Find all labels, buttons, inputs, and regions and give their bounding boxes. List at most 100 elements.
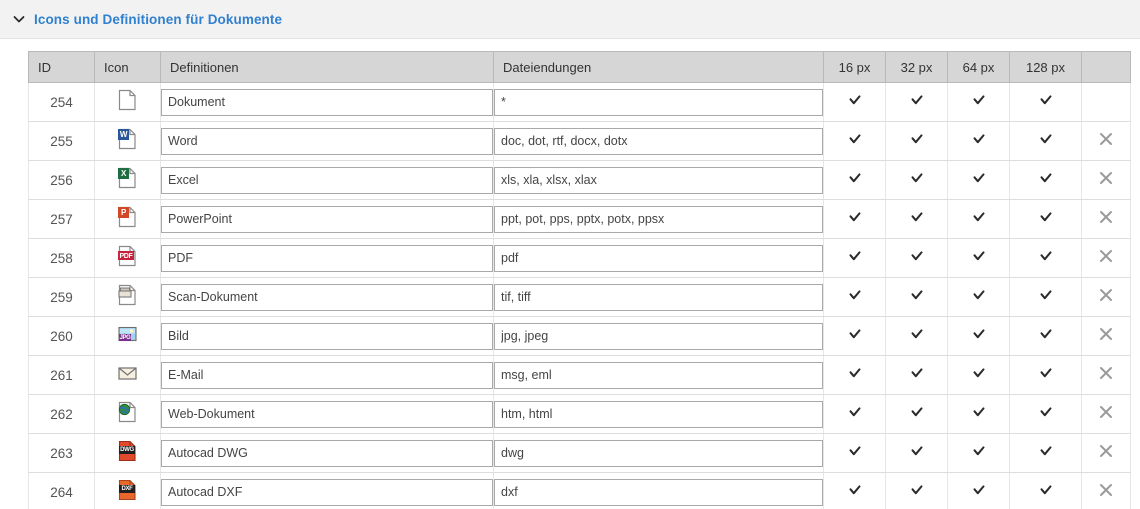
row-128px-cell[interactable] [1009, 121, 1082, 161]
extensions-input[interactable] [494, 88, 823, 116]
row-delete-cell[interactable] [1081, 316, 1131, 356]
row-16px-cell[interactable] [823, 238, 886, 278]
extensions-input[interactable] [494, 361, 823, 389]
check-icon[interactable] [972, 483, 986, 497]
check-icon[interactable] [972, 366, 986, 380]
column-header-32px[interactable]: 32 px [885, 51, 948, 83]
row-delete-cell[interactable] [1081, 472, 1131, 509]
check-icon[interactable] [972, 93, 986, 107]
extensions-input[interactable] [494, 283, 823, 311]
row-16px-cell[interactable] [823, 82, 886, 122]
check-icon[interactable] [910, 132, 924, 146]
close-x-icon[interactable] [1098, 326, 1114, 342]
row-64px-cell[interactable] [947, 160, 1010, 200]
close-x-icon[interactable] [1098, 482, 1114, 498]
extensions-input[interactable] [494, 166, 823, 194]
row-16px-cell[interactable] [823, 277, 886, 317]
check-icon[interactable] [848, 288, 862, 302]
row-16px-cell[interactable] [823, 472, 886, 509]
row-64px-cell[interactable] [947, 316, 1010, 356]
check-icon[interactable] [1039, 132, 1053, 146]
close-x-icon[interactable] [1098, 404, 1114, 420]
row-32px-cell[interactable] [885, 394, 948, 434]
column-header-definitions[interactable]: Definitionen [160, 51, 494, 83]
row-32px-cell[interactable] [885, 82, 948, 122]
check-icon[interactable] [910, 93, 924, 107]
close-x-icon[interactable] [1098, 131, 1114, 147]
check-icon[interactable] [972, 132, 986, 146]
row-128px-cell[interactable] [1009, 394, 1082, 434]
definition-input[interactable] [161, 283, 493, 311]
check-icon[interactable] [910, 288, 924, 302]
row-32px-cell[interactable] [885, 355, 948, 395]
row-delete-cell[interactable] [1081, 433, 1131, 473]
check-icon[interactable] [972, 210, 986, 224]
row-delete-cell[interactable] [1081, 121, 1131, 161]
row-64px-cell[interactable] [947, 121, 1010, 161]
row-16px-cell[interactable] [823, 160, 886, 200]
check-icon[interactable] [972, 444, 986, 458]
check-icon[interactable] [910, 405, 924, 419]
row-32px-cell[interactable] [885, 316, 948, 356]
row-16px-cell[interactable] [823, 394, 886, 434]
row-32px-cell[interactable] [885, 199, 948, 239]
row-delete-cell[interactable] [1081, 199, 1131, 239]
row-64px-cell[interactable] [947, 277, 1010, 317]
row-32px-cell[interactable] [885, 238, 948, 278]
definition-input[interactable] [161, 205, 493, 233]
check-icon[interactable] [1039, 444, 1053, 458]
close-x-icon[interactable] [1098, 170, 1114, 186]
check-icon[interactable] [848, 93, 862, 107]
extensions-input[interactable] [494, 244, 823, 272]
row-16px-cell[interactable] [823, 199, 886, 239]
close-x-icon[interactable] [1098, 209, 1114, 225]
definition-input[interactable] [161, 361, 493, 389]
row-64px-cell[interactable] [947, 238, 1010, 278]
row-delete-cell[interactable] [1081, 160, 1131, 200]
check-icon[interactable] [972, 405, 986, 419]
check-icon[interactable] [1039, 366, 1053, 380]
check-icon[interactable] [848, 405, 862, 419]
row-128px-cell[interactable] [1009, 433, 1082, 473]
extensions-input[interactable] [494, 478, 823, 506]
definition-input[interactable] [161, 400, 493, 428]
extensions-input[interactable] [494, 322, 823, 350]
check-icon[interactable] [1039, 327, 1053, 341]
row-64px-cell[interactable] [947, 82, 1010, 122]
row-128px-cell[interactable] [1009, 82, 1082, 122]
row-delete-cell[interactable] [1081, 277, 1131, 317]
panel-header[interactable]: Icons und Definitionen für Dokumente [0, 0, 1140, 39]
check-icon[interactable] [910, 483, 924, 497]
check-icon[interactable] [1039, 93, 1053, 107]
check-icon[interactable] [1039, 288, 1053, 302]
row-32px-cell[interactable] [885, 433, 948, 473]
definition-input[interactable] [161, 166, 493, 194]
row-128px-cell[interactable] [1009, 199, 1082, 239]
column-header-icon[interactable]: Icon [94, 51, 161, 83]
extensions-input[interactable] [494, 400, 823, 428]
check-icon[interactable] [848, 171, 862, 185]
definition-input[interactable] [161, 127, 493, 155]
check-icon[interactable] [848, 483, 862, 497]
row-64px-cell[interactable] [947, 394, 1010, 434]
chevron-down-icon[interactable] [10, 10, 28, 28]
close-x-icon[interactable] [1098, 365, 1114, 381]
check-icon[interactable] [972, 171, 986, 185]
row-128px-cell[interactable] [1009, 277, 1082, 317]
row-128px-cell[interactable] [1009, 160, 1082, 200]
definition-input[interactable] [161, 244, 493, 272]
check-icon[interactable] [910, 444, 924, 458]
check-icon[interactable] [848, 444, 862, 458]
row-64px-cell[interactable] [947, 355, 1010, 395]
check-icon[interactable] [972, 288, 986, 302]
check-icon[interactable] [848, 327, 862, 341]
check-icon[interactable] [848, 249, 862, 263]
extensions-input[interactable] [494, 205, 823, 233]
column-header-extensions[interactable]: Dateiendungen [493, 51, 824, 83]
check-icon[interactable] [972, 327, 986, 341]
row-64px-cell[interactable] [947, 433, 1010, 473]
row-delete-cell[interactable] [1081, 394, 1131, 434]
extensions-input[interactable] [494, 439, 823, 467]
check-icon[interactable] [910, 210, 924, 224]
check-icon[interactable] [848, 366, 862, 380]
